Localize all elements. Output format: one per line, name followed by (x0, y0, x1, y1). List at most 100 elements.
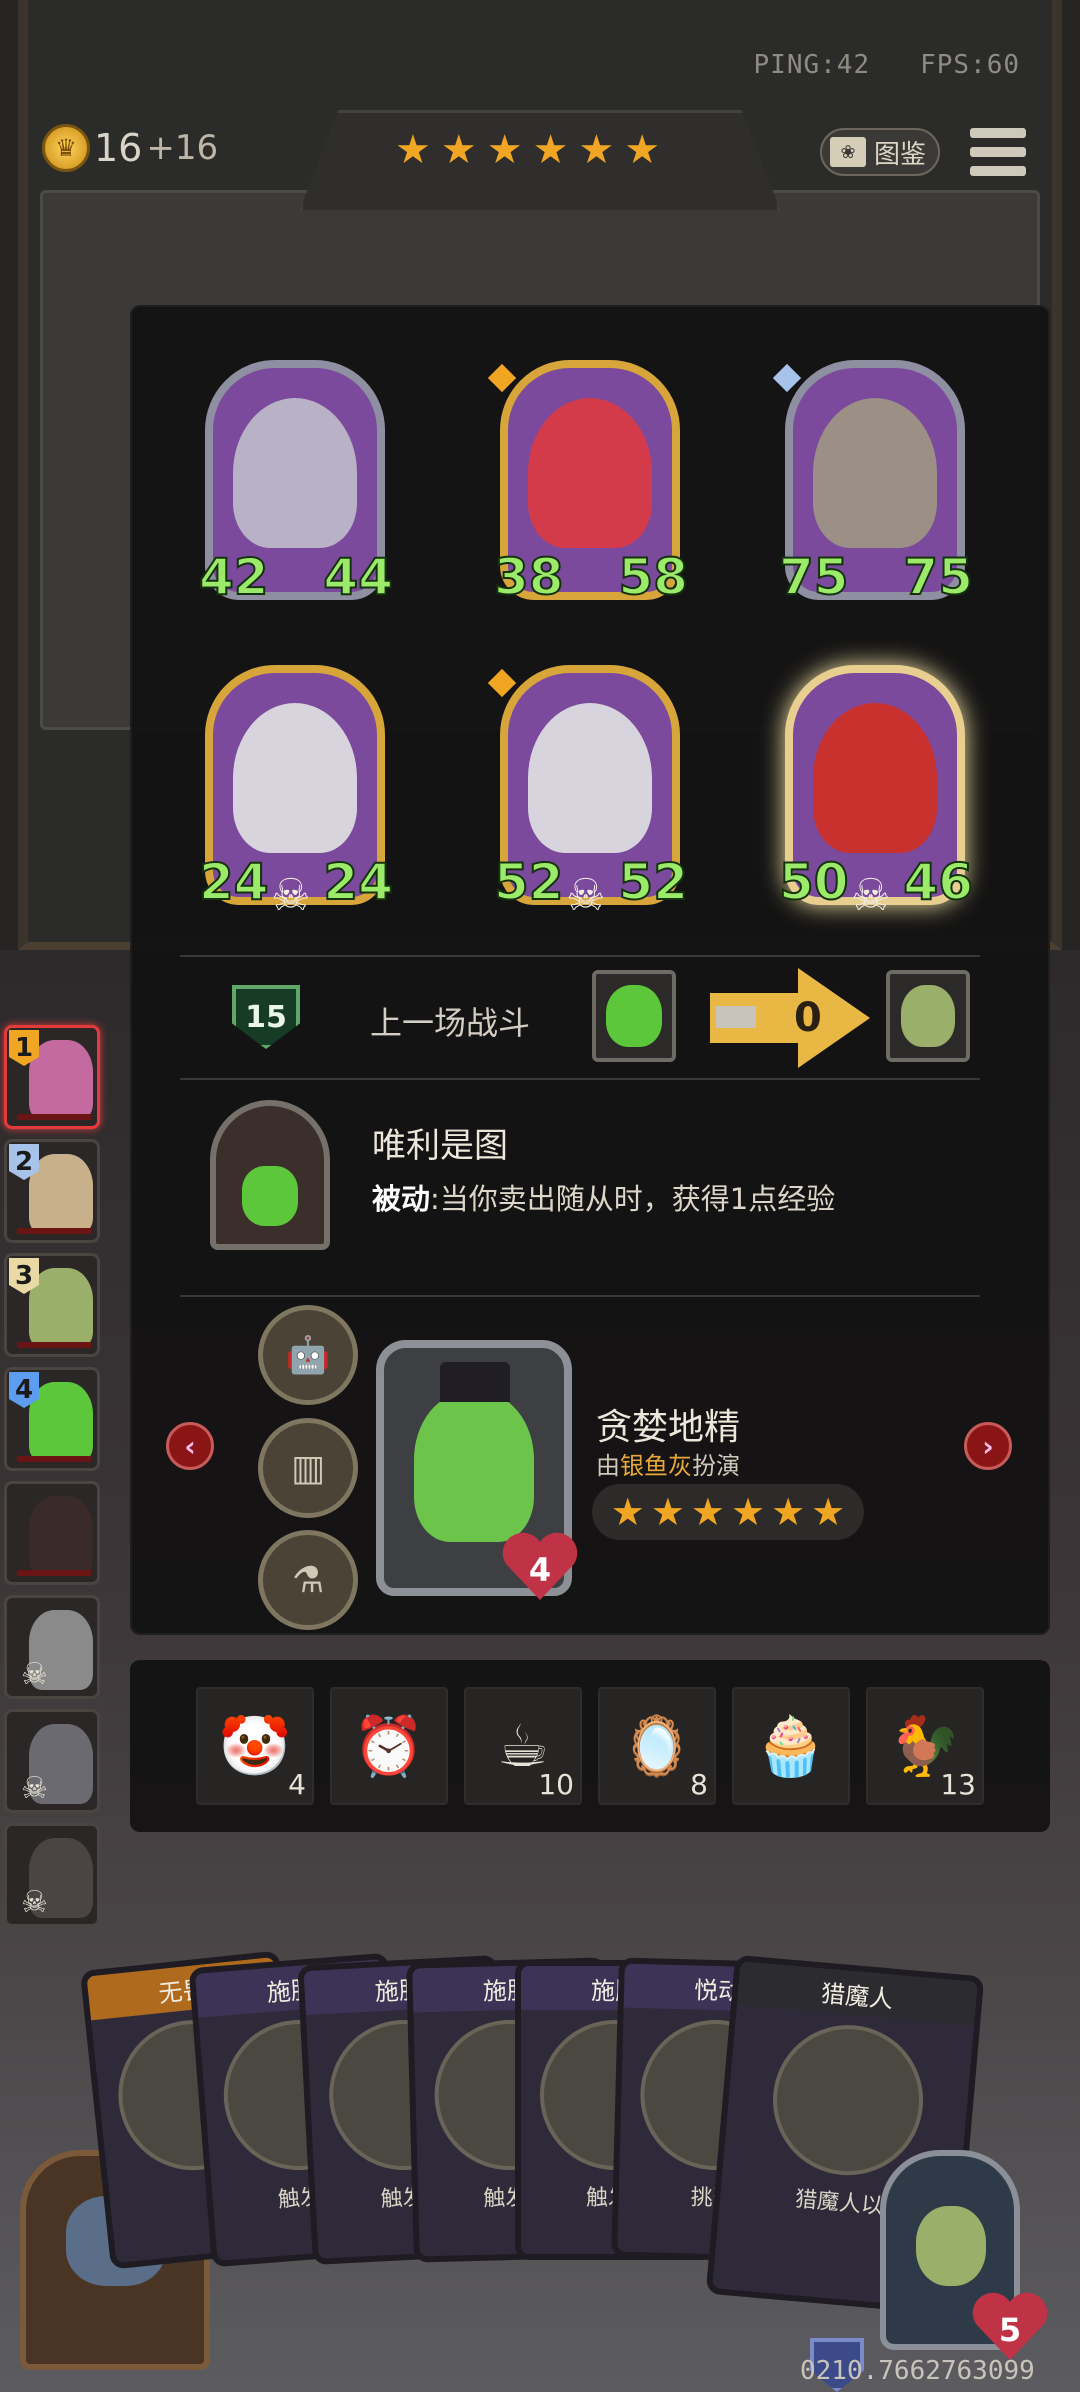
star-icon: ★ (578, 127, 615, 173)
codex-label: 图鉴 (874, 139, 927, 170)
minion-attack: 42 (198, 547, 270, 607)
player-list: 1 2 3 4 ☠ ☠ ☠ (4, 1025, 100, 1937)
opponent-portrait[interactable] (592, 970, 676, 1062)
health-bar (17, 1114, 91, 1120)
item-count: 4 (288, 1768, 306, 1801)
item-tile[interactable]: 🪞 8 (598, 1687, 716, 1805)
party-slot[interactable]: 1 (4, 1025, 100, 1129)
item-tile[interactable]: ⏰ (330, 1687, 448, 1805)
network-stats: PING:42 FPS:60 (754, 50, 1020, 80)
minion-health: 46 (902, 852, 974, 912)
party-slot[interactable]: ☠ (4, 1595, 100, 1699)
gold-counter: ♛ 16 +16 (42, 124, 218, 172)
item-tile[interactable]: 🐓 13 (866, 1687, 984, 1805)
star-icon: ★ (690, 1490, 725, 1534)
hero-name: 贪婪地精 (596, 1407, 741, 1448)
next-player-button[interactable]: › (964, 1422, 1012, 1470)
talent-type: 被动 (372, 1182, 431, 1216)
skull-icon: ☠ (21, 1657, 48, 1692)
hero-actor: 由银鱼灰扮演 (596, 1446, 740, 1481)
menu-button[interactable] (970, 128, 1026, 176)
divider (180, 1295, 980, 1297)
party-slot[interactable]: 2 (4, 1139, 100, 1243)
sword-icon (716, 1006, 756, 1028)
hero-item-robot-icon[interactable]: 🤖 (258, 1305, 358, 1405)
item-count: 13 (940, 1768, 976, 1801)
talent-name: 唯利是图 (372, 1126, 508, 1166)
item-tile[interactable]: 🧁 (732, 1687, 850, 1805)
damage-value: 0 (794, 995, 822, 1041)
menu-bar-icon (970, 166, 1026, 176)
clown-icon: 🤡 (218, 1711, 292, 1780)
minion-art (528, 398, 652, 548)
minion-attack: 75 (778, 547, 850, 607)
deathrattle-skull-icon: ☠ (566, 870, 606, 921)
minion-attack: 38 (493, 547, 565, 607)
actor-prefix: 由 (596, 1452, 620, 1480)
item-count: 10 (538, 1768, 574, 1801)
menu-bar-icon (970, 128, 1026, 138)
player-health: 5 (998, 2311, 1022, 2349)
talent-icon (210, 1100, 330, 1250)
star-icon: ★ (624, 127, 661, 173)
minion-card[interactable]: ☠ 50 46 (778, 665, 974, 921)
minion-health: 44 (322, 547, 394, 607)
minion-card[interactable]: ☠ 52 52 (487, 665, 689, 921)
goblin-hand-icon (242, 1166, 298, 1226)
item-tile[interactable]: ☕ 10 (464, 1687, 582, 1805)
prev-player-button[interactable]: ‹ (166, 1422, 214, 1470)
talent-description: 被动:当你卖出随从时，获得1点经验 (372, 1176, 835, 1218)
star-icon: ★ (532, 127, 569, 173)
ping-text: PING:42 (753, 50, 871, 80)
minion-health: 58 (617, 547, 689, 607)
health-bar (17, 1228, 91, 1234)
star-icon: ★ (610, 1490, 645, 1534)
minion-art (528, 703, 652, 853)
health-bar (17, 1570, 91, 1576)
item-list: 🤡 4 ⏰ ☕ 10 🪞 8 🧁 🐓 13 (196, 1687, 984, 1805)
minion-card[interactable]: 38 58 (487, 360, 689, 607)
party-slot[interactable]: 4 (4, 1367, 100, 1471)
talent-text: :当你卖出随从时，获得1点经验 (430, 1182, 836, 1216)
cupcake-icon: 🧁 (754, 1711, 828, 1780)
party-slot[interactable]: 3 (4, 1253, 100, 1357)
hero-stars: ★ ★ ★ ★ ★ ★ (592, 1484, 864, 1540)
minion-health: 52 (617, 852, 689, 912)
hero-face-icon (29, 1496, 93, 1576)
party-slot[interactable]: ☠ (4, 1709, 100, 1813)
gold-coin-icon: ♛ (42, 124, 90, 172)
minion-card[interactable]: ☠ 24 24 (198, 665, 394, 921)
last-fight-label: 上一场战斗 (370, 1004, 531, 1042)
alarm-clock-icon: ⏰ (352, 1711, 426, 1780)
minion-card[interactable]: 42 44 (198, 360, 394, 607)
minion-art (233, 703, 357, 853)
party-slot[interactable] (4, 1481, 100, 1585)
deathrattle-skull-icon: ☠ (851, 870, 891, 921)
card-art (766, 2018, 930, 2182)
codex-button[interactable]: ❀ 图鉴 (820, 128, 940, 176)
turn-number: 15 (245, 999, 287, 1035)
minion-art (233, 398, 357, 548)
hero-item-bottle-icon[interactable]: ⚗ (258, 1530, 358, 1630)
item-count: 8 (690, 1768, 708, 1801)
minion-card[interactable]: 75 75 (772, 360, 974, 607)
minion-art (813, 703, 937, 853)
item-tile[interactable]: 🤡 4 (196, 1687, 314, 1805)
hero-item-cabinet-icon[interactable]: ▥ (258, 1418, 358, 1518)
party-slot[interactable]: ☠ (4, 1823, 100, 1927)
star-icon: ★ (811, 1490, 846, 1534)
skull-icon: ☠ (21, 1885, 48, 1920)
fps-text: FPS:60 (920, 50, 1020, 80)
minion-health: 24 (322, 852, 394, 912)
divider (180, 1078, 980, 1080)
greedy-goblin-art (414, 1392, 534, 1542)
star-icon: ★ (486, 127, 523, 173)
health-bar (17, 1342, 91, 1348)
minion-health: 75 (902, 547, 974, 607)
top-hat-icon (440, 1362, 510, 1402)
gold-amount: 16 (94, 126, 143, 170)
minion-attack: 50 (778, 852, 850, 912)
book-icon: ❀ (830, 137, 866, 167)
deathrattle-skull-icon: ☠ (271, 870, 311, 921)
self-portrait[interactable] (886, 970, 970, 1062)
